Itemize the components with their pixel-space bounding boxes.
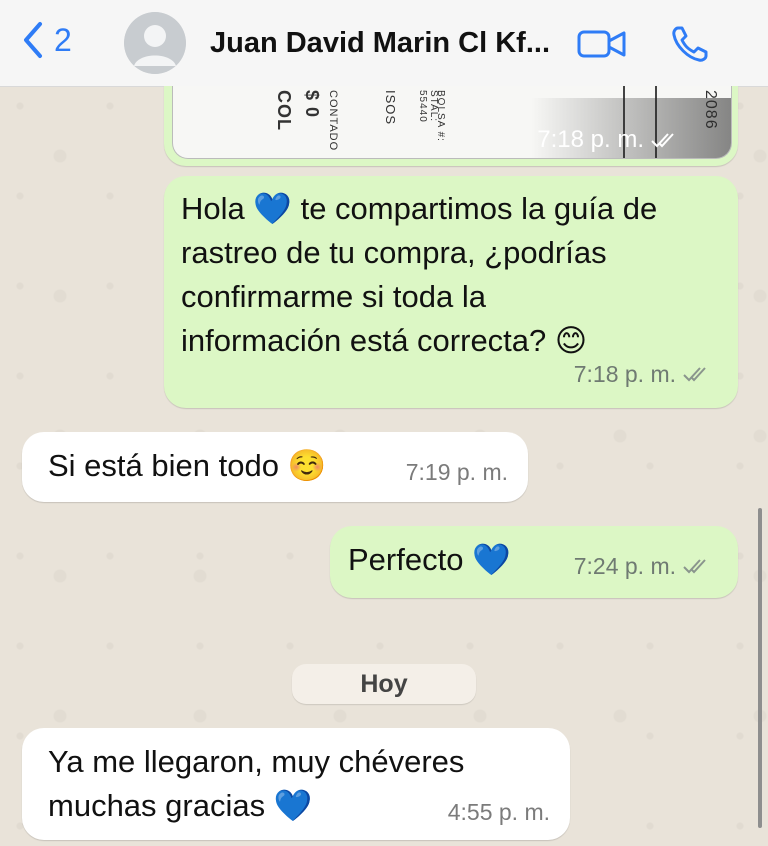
message-line: rastreo de tu compra, ¿podrías [181, 235, 607, 270]
double-check-icon [683, 559, 706, 574]
video-call-icon [577, 30, 626, 58]
image-timestamp: 7:18 p. m. [537, 126, 678, 154]
back-button[interactable]: 2 [20, 20, 72, 60]
message-bubble-incoming[interactable]: Ya me llegaron, muy chéveres muchas grac… [22, 728, 570, 840]
double-check-icon [651, 133, 674, 148]
message-meta: 4:55 p. m. [448, 790, 550, 834]
voice-call-button[interactable] [668, 22, 712, 66]
message-time: 7:19 p. m. [405, 459, 508, 485]
message-text: Ya me llegaron, muy chéveres muchas grac… [48, 740, 464, 828]
message-time: 7:18 p. m. [573, 361, 676, 387]
scrollbar[interactable] [758, 508, 762, 828]
message-bubble-incoming[interactable]: Si está bien todo ☺️ 7:19 p. m. [22, 432, 528, 502]
double-check-icon [683, 367, 706, 382]
message-text: Hola 💙 te compartimos la guía de rastreo… [181, 187, 657, 363]
receipt-text: STAL: 55440 [417, 90, 439, 123]
date-separator: Hoy [292, 664, 476, 704]
phone-icon [672, 26, 708, 62]
receipt-text: ISOS [383, 90, 398, 126]
avatar-placeholder-icon [124, 12, 186, 74]
message-line: muchas gracias 💙 [48, 788, 313, 823]
message-meta: 7:24 p. m. [574, 544, 710, 588]
message-time: 7:24 p. m. [573, 553, 676, 579]
receipt-text: COL [274, 90, 294, 131]
message-text: Si está bien todo ☺️ [48, 448, 327, 483]
receipt-text: CONTADO [327, 90, 339, 152]
receipt-text: $ 0 [302, 90, 322, 119]
message-bubble-outgoing[interactable]: Hola 💙 te compartimos la guía de rastreo… [164, 176, 738, 408]
chevron-left-icon [24, 22, 42, 58]
image-message[interactable]: COL $ 0 CONTADO ISOS BOLSA #: STAL: 5544… [164, 86, 738, 166]
message-meta: 7:19 p. m. [406, 450, 508, 494]
contact-name[interactable]: Juan David Marin Cl Kf... [210, 27, 550, 60]
chat-header: 2 Juan David Marin Cl Kf... [0, 0, 768, 87]
message-line: Ya me llegaron, muy chéveres [48, 744, 465, 779]
message-text: Perfecto 💙 [348, 542, 511, 577]
message-line: Hola 💙 te compartimos la guía de [181, 191, 658, 226]
unread-count: 2 [54, 21, 72, 58]
image-time: 7:18 p. m. [537, 126, 644, 153]
message-time: 4:55 p. m. [447, 799, 550, 825]
video-call-button[interactable] [576, 22, 628, 66]
message-line: confirmarme si toda la [181, 279, 486, 314]
contact-avatar[interactable] [124, 12, 186, 74]
message-meta: 7:18 p. m. [574, 352, 710, 396]
message-bubble-outgoing[interactable]: Perfecto 💙 7:24 p. m. [330, 526, 738, 598]
